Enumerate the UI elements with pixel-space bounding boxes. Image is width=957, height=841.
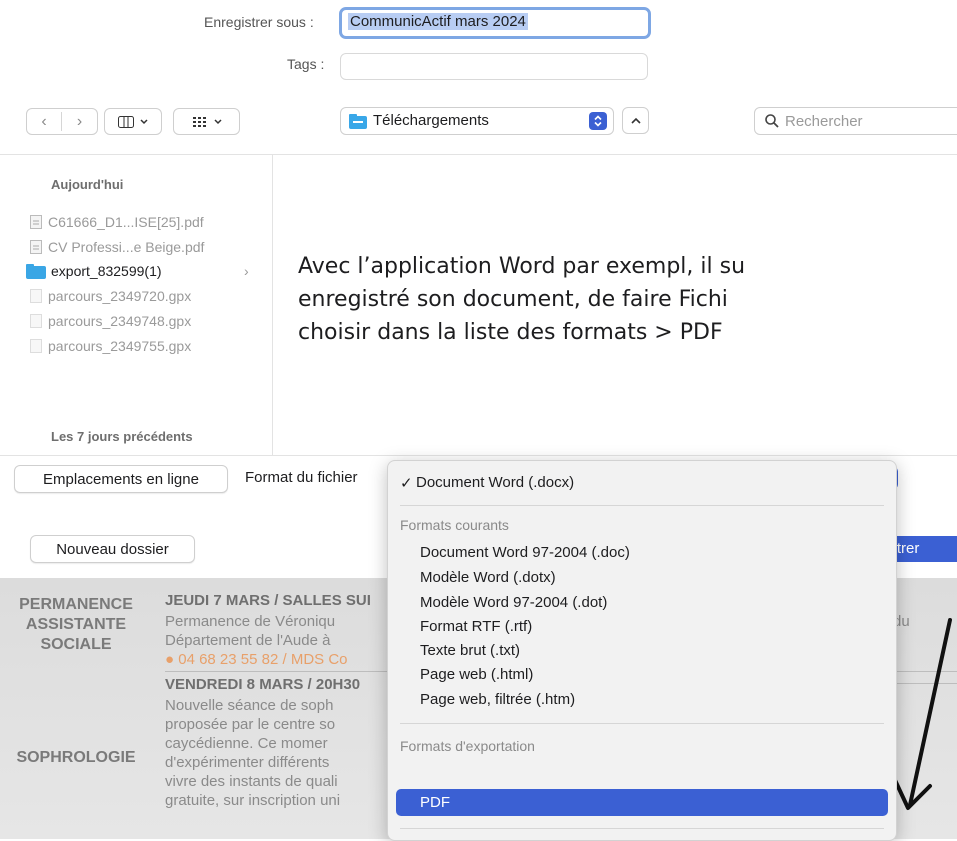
- category-permanence: PERMANENCE ASSISTANTE SOCIALE: [19, 596, 133, 653]
- menu-item-label: PDF: [420, 794, 450, 811]
- caption-line: choisir dans la liste des formats > PDF: [298, 320, 723, 345]
- bottom-divider: [0, 455, 957, 456]
- online-locations-button[interactable]: Emplacements en ligne: [14, 465, 228, 493]
- event-text: Permanence de Véroniqu: [165, 613, 336, 630]
- search-field[interactable]: Rechercher: [754, 107, 957, 135]
- format-label: Format du fichier: [245, 469, 358, 486]
- file-name: C61666_D1...ISE[25].pdf: [48, 214, 204, 230]
- group-by-button[interactable]: [173, 108, 240, 135]
- event-text: gratuite, sur inscription uni: [165, 792, 341, 809]
- tags-field[interactable]: [340, 53, 648, 80]
- pdf-file-icon: [30, 215, 42, 229]
- format-dropdown-menu: ✓ Document Word (.docx) Formats courants…: [387, 460, 897, 841]
- section-title-today: Aujourd'hui: [51, 177, 124, 192]
- section-title-previous: Les 7 jours précédents: [51, 429, 193, 444]
- menu-divider: [400, 723, 884, 724]
- chevron-up-icon: [630, 117, 641, 124]
- location-name: Téléchargements: [373, 112, 489, 129]
- back-button[interactable]: ‹: [27, 109, 61, 134]
- chevron-left-icon: ‹: [41, 112, 47, 130]
- folder-name: export_832599(1): [51, 263, 162, 279]
- document-icon: [30, 314, 42, 328]
- folder-item[interactable]: export_832599(1): [26, 263, 162, 279]
- chevron-down-icon: [140, 118, 148, 124]
- menu-item[interactable]: Document Word 97-2004 (.doc): [420, 544, 630, 561]
- file-name: parcours_2349748.gpx: [48, 313, 192, 329]
- event-heading: JEUDI 7 MARS / SALLES SUI: [165, 592, 371, 609]
- event-text: Nouvelle séance de soph: [165, 697, 334, 714]
- event-text: Département de l'Aude à: [165, 632, 331, 649]
- updown-chevron-icon: [589, 112, 607, 130]
- chevron-down-icon: [213, 118, 222, 124]
- caption-line: enregistré son document, de faire Fichi: [298, 287, 728, 312]
- event-text: proposée par le centre so: [165, 716, 336, 733]
- menu-item-selected[interactable]: Document Word (.docx): [416, 474, 574, 491]
- menu-section-header: Formats courants: [400, 517, 509, 533]
- tutorial-caption: Avec l’application Word par exempl, il s…: [298, 250, 957, 349]
- save-as-label: Enregistrer sous :: [204, 14, 314, 30]
- file-item[interactable]: parcours_2349720.gpx: [30, 288, 191, 304]
- file-name: parcours_2349720.gpx: [48, 288, 192, 304]
- document-icon: [30, 339, 42, 353]
- button-label: Emplacements en ligne: [43, 470, 199, 488]
- menu-item[interactable]: Modèle Word 97-2004 (.dot): [420, 594, 607, 611]
- menu-divider: [400, 505, 884, 506]
- tags-label: Tags :: [287, 56, 325, 72]
- event-text: vivre des instants de quali: [165, 773, 338, 790]
- file-item[interactable]: parcours_2349755.gpx: [30, 338, 191, 354]
- menu-item-pdf-highlighted[interactable]: PDF: [396, 789, 888, 816]
- chevron-right-icon: ›: [244, 263, 249, 279]
- menu-item[interactable]: Page web, filtrée (.htm): [420, 691, 575, 708]
- menu-item[interactable]: Format RTF (.rtf): [420, 618, 532, 635]
- back-forward-group: ‹ ›: [26, 108, 98, 135]
- chevron-right-icon: ›: [76, 112, 83, 130]
- downloads-folder-icon: [349, 114, 367, 129]
- folder-icon: [26, 263, 46, 279]
- location-popup[interactable]: Téléchargements: [340, 107, 614, 135]
- event-text: caycédienne. Ce momer: [165, 735, 328, 752]
- collapse-button[interactable]: [622, 107, 649, 134]
- menu-item[interactable]: Texte brut (.txt): [420, 642, 520, 659]
- sidebar-divider: [272, 155, 273, 455]
- search-placeholder: Rechercher: [785, 113, 863, 130]
- forward-button[interactable]: ›: [62, 109, 97, 134]
- file-item[interactable]: CV Professi...e Beige.pdf: [30, 239, 204, 255]
- sidebar: Aujourd'hui C61666_D1...ISE[25].pdf CV P…: [0, 155, 272, 455]
- pdf-file-icon: [30, 240, 42, 254]
- menu-item[interactable]: Modèle Word (.dotx): [420, 569, 556, 586]
- save-as-value: CommunicActif mars 2024: [348, 13, 528, 30]
- menu-divider: [400, 828, 884, 829]
- checkmark-icon: ✓: [400, 475, 413, 492]
- document-icon: [30, 289, 42, 303]
- file-name: CV Professi...e Beige.pdf: [48, 239, 205, 255]
- save-as-field[interactable]: CommunicActif mars 2024: [339, 7, 651, 39]
- view-mode-button[interactable]: [104, 108, 162, 135]
- button-label: Nouveau dossier: [56, 540, 169, 558]
- caption-line: Avec l’application Word par exempl, il s…: [298, 254, 746, 279]
- columns-view-icon: [118, 115, 134, 128]
- category-sophrologie: SOPHROLOGIE: [16, 749, 136, 766]
- search-icon: [765, 114, 779, 128]
- file-item[interactable]: parcours_2349748.gpx: [30, 313, 191, 329]
- menu-section-header: Formats d'exportation: [400, 738, 535, 754]
- menu-item[interactable]: Page web (.html): [420, 666, 533, 683]
- file-item[interactable]: C61666_D1...ISE[25].pdf: [30, 214, 204, 230]
- event-text: d'expérimenter différents: [165, 754, 330, 771]
- event-contact: ● 04 68 23 55 82 / MDS Co: [165, 651, 348, 668]
- grid-icon: [192, 116, 206, 127]
- new-folder-button[interactable]: Nouveau dossier: [30, 535, 195, 563]
- file-name: parcours_2349755.gpx: [48, 338, 192, 354]
- event-heading: VENDREDI 8 MARS / 20H30: [165, 676, 361, 693]
